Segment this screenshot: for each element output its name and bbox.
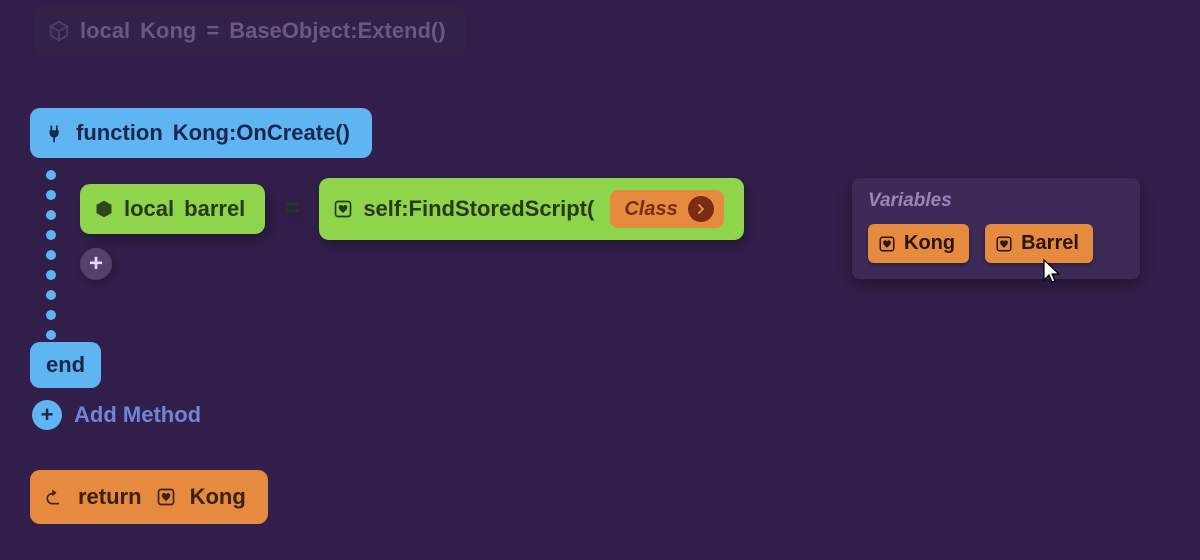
- plus-icon: +: [89, 250, 103, 278]
- script-heart-icon: [878, 235, 896, 253]
- add-line-button[interactable]: +: [80, 248, 112, 280]
- return-block[interactable]: return Kong: [30, 470, 268, 524]
- script-heart-icon: [156, 487, 176, 507]
- method-call-text: self:FindStoredScript(: [363, 196, 594, 222]
- function-header-block[interactable]: function Kong:OnCreate(): [30, 108, 372, 158]
- keyword-local: local: [80, 18, 130, 44]
- equals: =: [285, 195, 299, 223]
- function-signature: Kong:OnCreate(): [173, 120, 350, 146]
- keyword-function: function: [76, 120, 163, 146]
- return-value: Kong: [190, 484, 246, 510]
- variable-chip-barrel[interactable]: Barrel: [985, 224, 1093, 263]
- return-arrow-icon: [44, 487, 64, 507]
- variables-popup-title: Variables: [868, 190, 1126, 212]
- variables-popup: Variables Kong Barrel: [852, 178, 1140, 279]
- add-method-label: Add Method: [74, 402, 201, 428]
- cube-icon: [48, 20, 70, 42]
- chevron-right-icon: [695, 203, 707, 215]
- local-variable-row: local barrel = self:FindStoredScript( Cl…: [80, 178, 744, 240]
- cube-icon: [94, 199, 114, 219]
- expand-slot-button[interactable]: [688, 196, 714, 222]
- variable-chip-label: Kong: [904, 232, 955, 255]
- keyword-end: end: [46, 352, 85, 377]
- plus-circle-icon: +: [32, 400, 62, 430]
- keyword-return: return: [78, 484, 142, 510]
- end-block[interactable]: end: [30, 342, 101, 388]
- script-heart-icon: [333, 199, 353, 219]
- keyword-local: local: [124, 196, 174, 222]
- variable-name: barrel: [184, 196, 245, 222]
- plug-icon: [44, 122, 66, 144]
- class-name: Kong: [140, 18, 196, 44]
- variable-chip-label: Barrel: [1021, 232, 1079, 255]
- class-declaration-block[interactable]: local Kong = BaseObject:Extend(): [34, 6, 466, 56]
- local-barrel-block[interactable]: local barrel: [80, 184, 265, 234]
- variable-chip-kong[interactable]: Kong: [868, 224, 969, 263]
- class-argument-slot[interactable]: Class: [610, 190, 723, 228]
- equals: =: [206, 18, 219, 44]
- slot-label: Class: [624, 198, 677, 221]
- connector-dots: [46, 160, 48, 340]
- base-extend: BaseObject:Extend(): [229, 18, 445, 44]
- add-method-button[interactable]: + Add Method: [32, 400, 201, 430]
- script-heart-icon: [995, 235, 1013, 253]
- find-stored-script-call[interactable]: self:FindStoredScript( Class: [319, 178, 743, 240]
